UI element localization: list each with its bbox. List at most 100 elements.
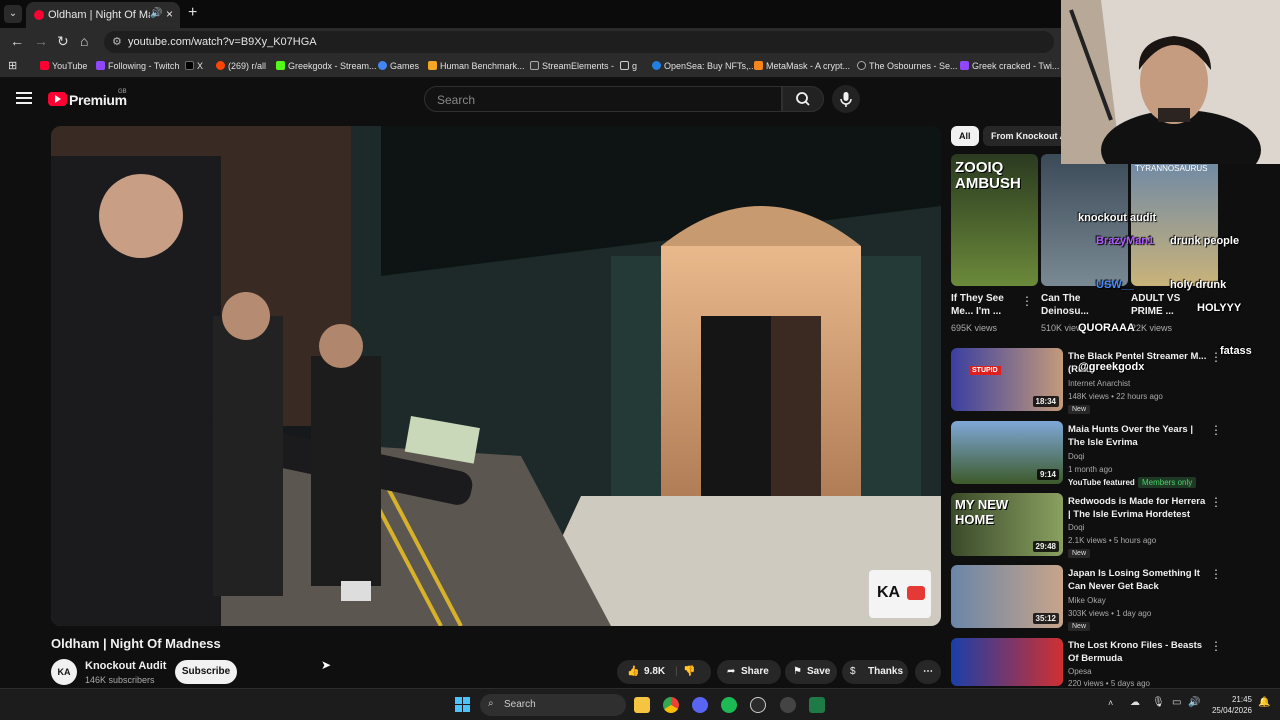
bookmark-greekgodx[interactable]: Greekgodx - Stream... [276, 61, 377, 71]
tab-close-icon[interactable]: × [166, 7, 173, 21]
bookmark-label: Following - Twitch [108, 61, 180, 71]
featured-label: YouTube featured [1068, 478, 1135, 487]
new-badge: New [1068, 405, 1091, 414]
video-thumbnail[interactable] [951, 638, 1063, 686]
video-thumbnail[interactable]: 35:12 [951, 565, 1063, 628]
apps-icon[interactable]: ⊞ [8, 59, 17, 72]
dislike-button[interactable]: 👎 [683, 660, 695, 684]
reload-icon[interactable]: ↻ [57, 33, 69, 50]
video-menu-icon[interactable]: ⋮ [1210, 423, 1222, 437]
more-actions-button[interactable]: ⋯ [915, 660, 941, 684]
search-input[interactable] [437, 91, 767, 109]
home-icon[interactable]: ⌂ [80, 33, 88, 49]
channel-name[interactable]: Knockout Audit [85, 660, 166, 672]
video-channel[interactable]: Mike Okay [1068, 596, 1106, 605]
bookmark-streamelements[interactable]: StreamElements - [530, 61, 614, 71]
bookmark-label: The Osbournes - Se... [869, 61, 958, 71]
channel-avatar[interactable]: KA [51, 659, 77, 685]
discord-icon[interactable] [692, 697, 708, 713]
chrome-icon[interactable] [663, 697, 679, 713]
tray-overflow-icon[interactable]: ˄ [1108, 698, 1113, 708]
short-title[interactable]: ADULT VS PRIME ... [1131, 292, 1201, 318]
wifi-tray-icon[interactable]: ▭ [1172, 697, 1181, 708]
bookmark-osbournes[interactable]: The Osbournes - Se... [857, 61, 958, 71]
search-icon [796, 92, 810, 106]
bookmark-label: (269) r/all [228, 61, 267, 71]
obs-icon[interactable] [750, 697, 766, 713]
url-field[interactable]: ⚙ youtube.com/watch?v=B9Xy_K07HGA [104, 31, 1054, 53]
video-meta: 148K views • 22 hours ago [1068, 392, 1163, 401]
new-tab-button[interactable]: + [188, 4, 197, 22]
video-title-link[interactable]: Japan Is Losing Something It Can Never G… [1068, 567, 1210, 593]
youtube-logo-icon[interactable] [48, 92, 67, 106]
video-thumbnail[interactable]: STUPID 18:34 [951, 348, 1063, 411]
channel-watermark[interactable]: KA [869, 570, 931, 618]
network-tray-icon[interactable]: ☁ [1130, 697, 1140, 708]
video-menu-icon[interactable]: ⋮ [1210, 567, 1222, 581]
audio-playing-icon[interactable]: 🔊 [150, 8, 162, 19]
tab-active[interactable]: Oldham | Night Of Madness 🔊 × [26, 2, 180, 28]
windows-start-icon[interactable] [455, 697, 470, 712]
sheets-icon[interactable] [809, 697, 825, 713]
volume-tray-icon[interactable]: 🔊 [1188, 697, 1200, 708]
bookmark-reddit[interactable]: (269) r/all [216, 61, 266, 71]
webcam-feed [1061, 0, 1280, 164]
video-player[interactable]: KA [51, 126, 941, 626]
search-button[interactable] [782, 86, 824, 112]
video-channel[interactable]: Internet Anarchist [1068, 379, 1130, 388]
bookmark-youtube[interactable]: YouTube [40, 61, 87, 71]
video-thumbnail[interactable]: MY NEW HOME 29:48 [951, 493, 1063, 556]
menu-icon[interactable] [16, 92, 32, 104]
clock-time: 21:45 [1231, 695, 1252, 704]
bookmark-opensea[interactable]: OpenSea: Buy NFTs,... [652, 61, 756, 71]
thanks-button[interactable]: $ Thanks [842, 660, 908, 684]
taskbar-search[interactable]: ⌕ Search [480, 694, 626, 716]
bookmark-human-benchmark[interactable]: Human Benchmark... [428, 61, 525, 71]
bookmark-label: Greekgodx - Stream... [288, 61, 377, 71]
site-info-icon[interactable]: ⚙ [112, 35, 122, 48]
voice-search-button[interactable] [832, 85, 860, 113]
video-title-link[interactable]: Redwoods is Made for Herrera | The Isle … [1068, 495, 1210, 521]
share-button[interactable]: ➦ Share [717, 660, 781, 684]
short-thumbnail[interactable]: ZOOIQ AMBUSH [951, 154, 1038, 286]
video-thumbnail[interactable]: 9:14 [951, 421, 1063, 484]
video-channel[interactable]: Doqi [1068, 452, 1084, 461]
bookmark-games[interactable]: Games [378, 61, 419, 71]
app-icon[interactable] [780, 697, 796, 713]
system-clock[interactable]: 21:45 25/04/2026 [1208, 694, 1252, 716]
like-button[interactable]: 👍 [627, 660, 639, 684]
notification-icon[interactable]: 🔔 [1258, 697, 1270, 708]
video-menu-icon[interactable]: ⋮ [1210, 495, 1222, 509]
video-meta: 303K views • 1 day ago [1068, 609, 1152, 618]
video-menu-icon[interactable]: ⋮ [1210, 639, 1222, 653]
bookmark-metamask[interactable]: MetaMask - A crypt... [754, 61, 850, 71]
tab-list-button[interactable]: ⌄ [4, 5, 22, 23]
like-dislike-group: 👍 9.8K | 👎 [617, 660, 711, 684]
video-frame [51, 126, 941, 626]
clock-date: 25/04/2026 [1211, 706, 1252, 715]
file-explorer-icon[interactable] [634, 697, 650, 713]
subscriber-count: 146K subscribers [85, 675, 155, 685]
forward-icon[interactable]: → [34, 33, 48, 49]
chip-all[interactable]: All [951, 126, 979, 146]
short-menu-icon[interactable]: ⋮ [1021, 294, 1033, 308]
spotify-icon[interactable] [721, 697, 737, 713]
short-title[interactable]: Can The Deinosu... [1041, 292, 1111, 318]
short-title[interactable]: If They See Me... I'm ... [951, 292, 1021, 318]
search-box [424, 86, 782, 112]
save-button[interactable]: ⚑ Save [785, 660, 837, 684]
subscribe-button[interactable]: Subscribe [175, 660, 237, 684]
video-title-link[interactable]: Maia Hunts Over the Years | The Isle Evr… [1068, 423, 1210, 449]
video-channel[interactable]: Doqi [1068, 523, 1084, 532]
bookmark-greek-cracked[interactable]: Greek cracked - Twi... [960, 61, 1059, 71]
bookmark-label: Human Benchmark... [440, 61, 525, 71]
bookmark-x[interactable]: X [185, 61, 203, 71]
video-title-link[interactable]: The Lost Krono Files - Beasts Of Bermuda [1068, 639, 1210, 665]
video-channel[interactable]: Opesa [1068, 667, 1092, 676]
back-icon[interactable]: ← [10, 33, 24, 49]
bookmark-twitch[interactable]: Following - Twitch [96, 61, 179, 71]
video-meta: 1 month ago [1068, 465, 1113, 474]
url-text: youtube.com/watch?v=B9Xy_K07HGA [128, 36, 317, 48]
bookmark-folder-g[interactable]: g [620, 61, 637, 71]
mic-tray-icon[interactable]: 🎙 [1152, 697, 1165, 708]
